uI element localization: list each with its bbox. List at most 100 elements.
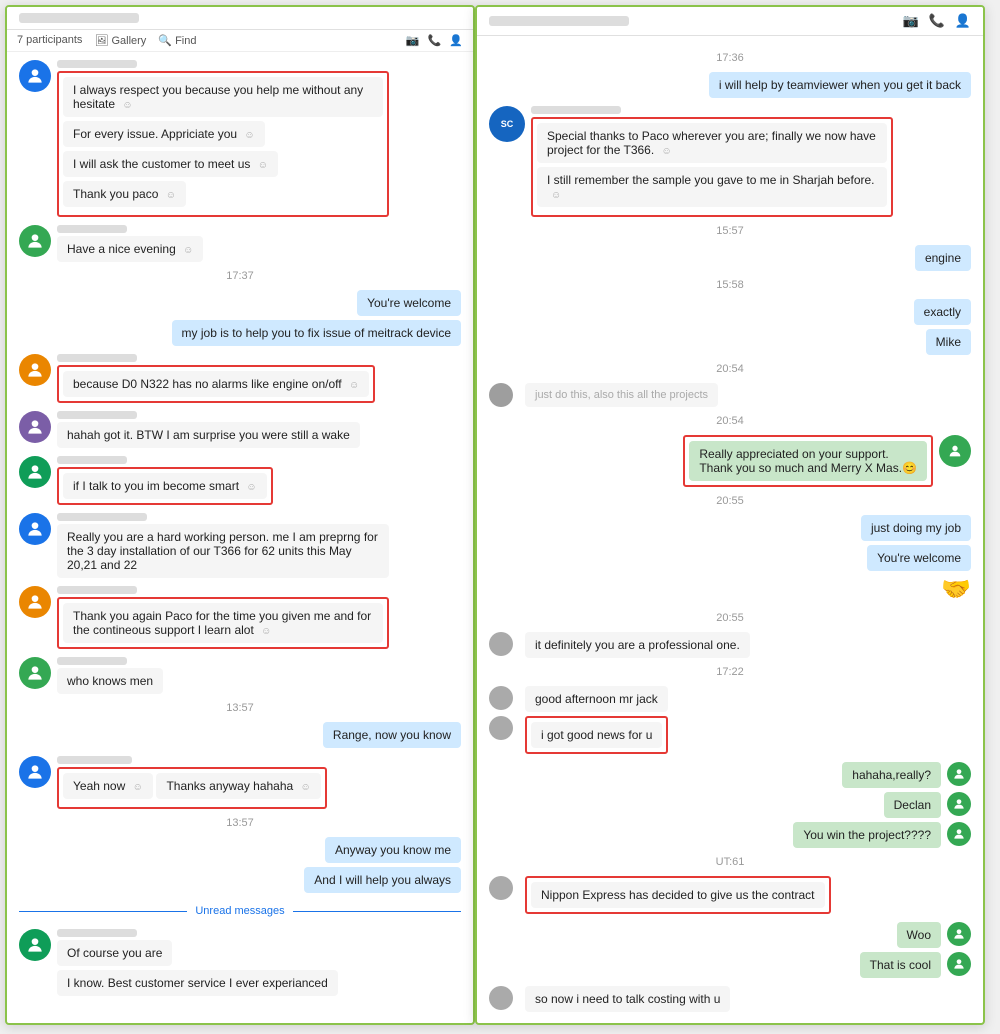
left-chat-panel: 7 participants 🖼 Gallery 🔍 Find 📷 📞 👤 I … [5, 5, 475, 1025]
sent-msg-row: Anyway you know me [19, 837, 461, 863]
sender-name-blur [57, 513, 147, 521]
msg-row: Yeah now ☺ Thanks anyway hahaha ☺ [19, 756, 461, 809]
msg-content: Of course you are I know. Best customer … [57, 929, 389, 1000]
bubble: hahah got it. BTW I am surprise you were… [57, 422, 360, 448]
msg-row: Have a nice evening ☺ [19, 225, 461, 262]
small-avatar [489, 686, 513, 710]
video-icon[interactable]: 📷 [406, 34, 420, 47]
small-avatar [489, 986, 513, 1010]
bubble: who knows men [57, 668, 163, 694]
sent-msg-row: exactly [489, 299, 971, 325]
bubble: I still remember the sample you gave to … [537, 167, 887, 207]
msg-row: because D0 N322 has no alarms like engin… [19, 354, 461, 403]
find-link[interactable]: 🔍 Find [158, 34, 196, 47]
msg-row: SC Special thanks to Paco wherever you a… [489, 106, 971, 217]
avatar [19, 586, 51, 618]
sender-name-blur [57, 456, 127, 464]
sender-name-blur [531, 106, 621, 114]
timestamp: 20:54 [489, 415, 971, 427]
bubble: I will ask the customer to meet us ☺ [63, 151, 278, 177]
bubble: good afternoon mr jack [525, 686, 668, 712]
small-avatar [489, 876, 513, 900]
msg-row: good afternoon mr jack [489, 686, 971, 712]
handshake-emoji: 🤝 [941, 575, 971, 604]
sender-name-blur [57, 657, 127, 665]
green-msg-right: That is cool [489, 952, 971, 978]
handshake-row: 🤝 [489, 575, 971, 604]
unread-line-right [293, 911, 461, 912]
participants-bar: 7 participants 🖼 Gallery 🔍 Find 📷 📞 👤 [7, 30, 473, 52]
timestamp: 17:37 [19, 270, 461, 282]
sender-name-blur [57, 411, 137, 419]
msg-row: who knows men [19, 657, 461, 694]
timestamp: 15:58 [489, 279, 971, 291]
video-icon-right[interactable]: 📷 [902, 13, 918, 29]
sent-bubble: my job is to help you to fix issue of me… [172, 320, 461, 346]
right-chat-header: 📷 📞 👤 [477, 7, 983, 36]
avatar [19, 354, 51, 386]
msg-content: Have a nice evening ☺ [57, 225, 203, 262]
msg-content: because D0 N322 has no alarms like engin… [57, 354, 375, 403]
sent-msg-row: Range, now you know [19, 722, 461, 748]
avatar [19, 929, 51, 961]
avatar-green [947, 952, 971, 976]
msg-row: I always respect you because you help me… [19, 60, 461, 217]
msg-row: if I talk to you im become smart ☺ [19, 456, 461, 505]
timestamp: 20:55 [489, 495, 971, 507]
green-bubble: Declan [884, 792, 941, 818]
avatar-right [939, 435, 971, 467]
msg-row: Really you are a hard working person. me… [19, 513, 461, 578]
avatar-green [947, 792, 971, 816]
bubble: Thank you again Paco for the time you gi… [63, 603, 383, 643]
gallery-link[interactable]: 🖼 Gallery [94, 34, 146, 47]
sent-bubble: Anyway you know me [325, 837, 461, 863]
sent-bubble: Mike [926, 329, 971, 355]
green-bubble: You win the project???? [793, 822, 941, 848]
right-chat-title-blur [489, 16, 629, 26]
bubble: because D0 N322 has no alarms like engin… [63, 371, 369, 397]
chat-body-right: 17:36 i will help by teamviewer when you… [477, 36, 983, 1012]
person-icon-right[interactable]: 👤 [955, 13, 971, 29]
avatar [19, 513, 51, 545]
sent-msg-row-right: Really appreciated on your support.Thank… [489, 435, 971, 487]
person-icon[interactable]: 👤 [449, 34, 463, 47]
sent-bubble: i will help by teamviewer when you get i… [709, 72, 971, 98]
bubble: Thank you paco ☺ [63, 181, 186, 207]
avatar [19, 456, 51, 488]
msg-row: so now i need to talk costing with u [489, 986, 971, 1012]
avatar-green [947, 922, 971, 946]
bubble: Have a nice evening ☺ [57, 236, 203, 262]
msg-row: just do this, also this all the projects [489, 383, 971, 407]
msg-row: Nippon Express has decided to give us th… [489, 876, 971, 914]
right-chat-panel: 📷 📞 👤 17:36 i will help by teamviewer wh… [475, 5, 985, 1025]
phone-icon[interactable]: 📞 [428, 34, 442, 47]
bubble: Nippon Express has decided to give us th… [531, 882, 825, 908]
sent-msg-row: just doing my job [489, 515, 971, 541]
green-msg-right: You win the project???? [489, 822, 971, 848]
sent-msg-row: You're welcome [19, 290, 461, 316]
msg-content: Really you are a hard working person. me… [57, 513, 389, 578]
header-info [19, 13, 139, 23]
bubble: so now i need to talk costing with u [525, 986, 730, 1012]
sent-msg-row: my job is to help you to fix issue of me… [19, 320, 461, 346]
sender-name-blur [57, 225, 127, 233]
msg-content: hahah got it. BTW I am surprise you were… [57, 411, 360, 448]
small-avatar [489, 383, 513, 407]
bubble: Really you are a hard working person. me… [57, 524, 389, 578]
msg-content: Yeah now ☺ Thanks anyway hahaha ☺ [57, 756, 327, 809]
sent-bubble: Range, now you know [323, 722, 461, 748]
phone-icon-right[interactable]: 📞 [929, 13, 945, 29]
sent-bubble: You're welcome [867, 545, 971, 571]
bubble: Of course you are [57, 940, 172, 966]
bubble: it definitely you are a professional one… [525, 632, 750, 658]
bubble: Special thanks to Paco wherever you are;… [537, 123, 887, 163]
msg-row: it definitely you are a professional one… [489, 632, 971, 658]
msg-row: i got good news for u [489, 716, 971, 754]
timestamp: UT:61 [489, 856, 971, 868]
timestamp: 17:22 [489, 666, 971, 678]
participants-count: 7 participants [17, 34, 82, 47]
msg-row: Thank you again Paco for the time you gi… [19, 586, 461, 649]
sent-msg-row: And I will help you always [19, 867, 461, 893]
avatar [19, 657, 51, 689]
timestamp: 15:57 [489, 225, 971, 237]
